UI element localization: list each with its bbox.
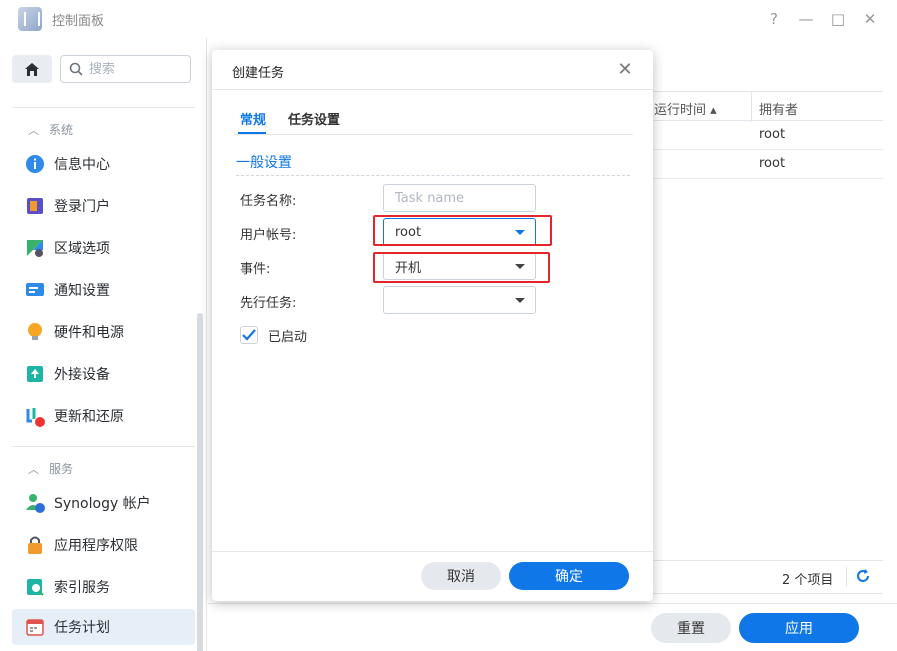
cancel-button[interactable]: 取消 bbox=[421, 562, 501, 590]
dialog-header-divider bbox=[212, 89, 653, 90]
dialog-footer-divider bbox=[212, 551, 653, 552]
sidebar-group-system[interactable]: ︿ 系统 bbox=[28, 121, 73, 138]
info-icon bbox=[24, 153, 46, 175]
table-row[interactable]: root bbox=[648, 121, 883, 150]
footer-divider bbox=[208, 603, 897, 604]
help-icon[interactable]: ? bbox=[764, 9, 784, 29]
sidebar-item-task-scheduler[interactable]: 任务计划 bbox=[12, 609, 195, 645]
checkmark-icon bbox=[242, 329, 256, 341]
sidebar-group-label: 服务 bbox=[49, 462, 74, 476]
external-device-icon bbox=[24, 363, 46, 385]
item-count: 2 个项目 bbox=[782, 573, 834, 588]
task-name-label: 任务名称: bbox=[240, 194, 297, 209]
section-title: 一般设置 bbox=[236, 155, 292, 171]
owner-cell: root bbox=[759, 127, 786, 142]
sidebar-item-label: Synology 帐户 bbox=[54, 496, 151, 512]
sidebar-item-external-devices[interactable]: 外接设备 bbox=[12, 356, 195, 392]
sidebar-item-update-restore[interactable]: 更新和还原 bbox=[12, 398, 195, 434]
chevron-up-icon: ︿ bbox=[28, 123, 39, 137]
notification-icon bbox=[24, 279, 46, 301]
synology-account-icon bbox=[24, 492, 46, 514]
highlight-box bbox=[373, 215, 552, 246]
sidebar: ︿ 系统 信息中心 登录门户 区域选项 通知设置 硬件和电源 外接设备 更新和还… bbox=[0, 38, 207, 651]
close-icon[interactable]: ✕ bbox=[616, 59, 634, 80]
update-restore-icon bbox=[24, 405, 46, 427]
window-titlebar: 控制面板 ? — □ ✕ bbox=[0, 0, 897, 38]
sidebar-item-label: 更新和还原 bbox=[54, 409, 124, 425]
highlight-box bbox=[373, 252, 550, 283]
status-divider bbox=[846, 567, 847, 587]
sidebar-item-label: 登录门户 bbox=[54, 199, 110, 215]
refresh-icon[interactable] bbox=[855, 568, 871, 588]
sidebar-item-synology-account[interactable]: Synology 帐户 bbox=[12, 485, 195, 521]
sidebar-group-services[interactable]: ︿ 服务 bbox=[28, 460, 73, 477]
table-status-bar: 2 个项目 bbox=[648, 560, 883, 594]
window-title: 控制面板 bbox=[52, 14, 105, 29]
section-divider bbox=[236, 175, 630, 176]
table-header: 运行时间 ▴ 拥有者 bbox=[648, 91, 883, 122]
sidebar-item-info-center[interactable]: 信息中心 bbox=[12, 146, 195, 182]
column-header-run-time[interactable]: 运行时间 ▴ bbox=[654, 99, 717, 118]
region-icon bbox=[24, 237, 46, 259]
search-icon bbox=[69, 62, 83, 76]
sidebar-item-label: 索引服务 bbox=[54, 580, 110, 596]
app-privileges-icon bbox=[24, 534, 46, 556]
sidebar-item-hardware-power[interactable]: 硬件和电源 bbox=[12, 314, 195, 350]
sidebar-item-label: 硬件和电源 bbox=[54, 325, 124, 341]
enabled-label: 已启动 bbox=[268, 330, 308, 345]
sidebar-scrollbar[interactable] bbox=[197, 313, 203, 651]
sidebar-item-region[interactable]: 区域选项 bbox=[12, 230, 195, 266]
login-portal-icon bbox=[24, 195, 46, 217]
pre-task-label: 先行任务: bbox=[240, 296, 297, 311]
sidebar-group-label: 系统 bbox=[49, 123, 74, 137]
sidebar-divider bbox=[12, 446, 195, 447]
dialog-title: 创建任务 bbox=[232, 66, 285, 81]
sidebar-item-label: 区域选项 bbox=[54, 241, 110, 257]
sidebar-divider bbox=[12, 107, 195, 108]
task-name-input[interactable] bbox=[383, 184, 536, 212]
column-header-owner[interactable]: 拥有者 bbox=[759, 99, 798, 118]
owner-cell: root bbox=[759, 156, 786, 171]
apply-button[interactable]: 应用 bbox=[739, 613, 859, 643]
pre-task-select[interactable] bbox=[383, 286, 536, 314]
search-box[interactable] bbox=[60, 55, 191, 83]
home-icon bbox=[25, 62, 39, 76]
hardware-power-icon bbox=[24, 321, 46, 343]
reset-button[interactable]: 重置 bbox=[651, 613, 731, 643]
task-scheduler-icon bbox=[24, 616, 46, 638]
maximize-icon[interactable]: □ bbox=[828, 9, 848, 29]
ok-button[interactable]: 确定 bbox=[509, 562, 629, 590]
sidebar-item-notification[interactable]: 通知设置 bbox=[12, 272, 195, 308]
sidebar-item-app-privileges[interactable]: 应用程序权限 bbox=[12, 527, 195, 563]
sidebar-item-label: 通知设置 bbox=[54, 283, 110, 299]
sidebar-item-indexing[interactable]: 索引服务 bbox=[12, 569, 195, 605]
column-divider bbox=[751, 92, 752, 122]
tab-task-settings[interactable]: 任务设置 bbox=[288, 109, 340, 128]
table-row[interactable]: root bbox=[648, 150, 883, 179]
sidebar-item-label: 信息中心 bbox=[54, 157, 110, 173]
tab-divider bbox=[234, 134, 633, 135]
home-button[interactable] bbox=[12, 55, 52, 83]
sidebar-item-label: 外接设备 bbox=[54, 367, 110, 383]
chevron-up-icon: ︿ bbox=[28, 462, 39, 476]
control-panel-icon bbox=[18, 7, 42, 31]
sidebar-item-login-portal[interactable]: 登录门户 bbox=[12, 188, 195, 224]
sidebar-item-label: 应用程序权限 bbox=[54, 538, 138, 554]
indexing-icon bbox=[24, 576, 46, 598]
close-window-icon[interactable]: ✕ bbox=[860, 9, 880, 29]
minimize-icon[interactable]: — bbox=[796, 9, 816, 29]
sidebar-item-label: 任务计划 bbox=[54, 620, 110, 636]
event-label: 事件: bbox=[240, 262, 271, 277]
tab-general[interactable]: 常规 bbox=[240, 109, 266, 128]
user-account-label: 用户帐号: bbox=[240, 228, 297, 243]
search-input[interactable] bbox=[89, 61, 179, 77]
enabled-checkbox[interactable] bbox=[240, 326, 258, 344]
chevron-down-icon bbox=[515, 298, 525, 303]
